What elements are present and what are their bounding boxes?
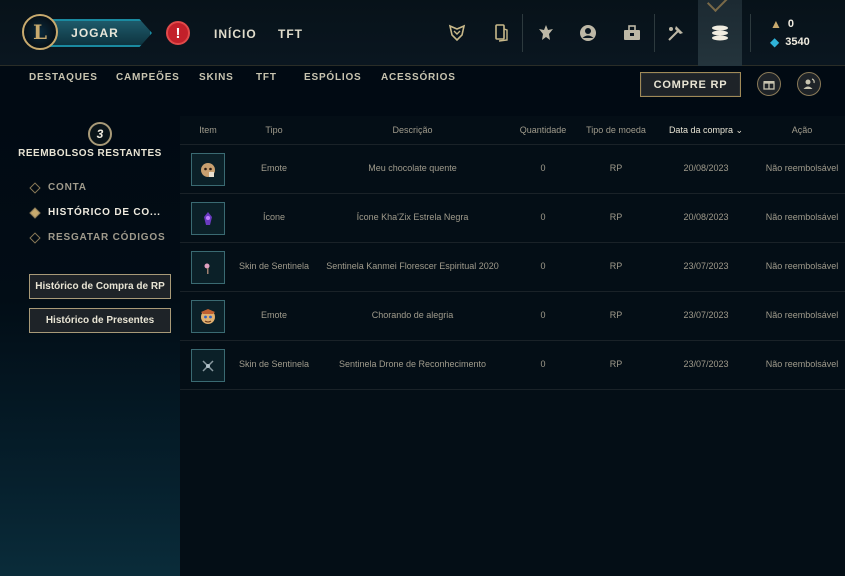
account-icon[interactable]	[797, 72, 821, 96]
sidebar-item-label: CONTA	[48, 182, 87, 193]
cell-date: 23/07/2023	[683, 310, 729, 320]
chevron-down-icon: ⌄	[735, 125, 744, 135]
cell-currency: RP	[609, 359, 623, 369]
blue-essence-amount: 0	[787, 18, 795, 30]
header-description: Descrição	[392, 125, 433, 135]
gift-icon[interactable]	[757, 72, 781, 96]
cell-quantity: 0	[540, 163, 546, 173]
rp-icon: ◆	[770, 35, 780, 49]
cell-date: 20/08/2023	[683, 212, 729, 222]
separator	[654, 14, 655, 52]
store-subnav: DESTAQUES CAMPEÕES SKINS TFT ESPÓLIOS AC…	[0, 66, 845, 116]
header-purchase-date-label: Data da compra	[668, 125, 733, 135]
blue-essence-icon: ▲	[770, 17, 782, 31]
champion-icon[interactable]	[530, 16, 562, 50]
cell-description: Sentinela Drone de Reconhecimento	[338, 359, 487, 369]
nav-tft[interactable]: TFT	[278, 27, 303, 41]
cell-action: Não reembolsável	[765, 163, 839, 173]
refunds-remaining-label: REEMBOLSOS RESTANTES	[18, 148, 162, 159]
header-type: Tipo	[265, 125, 283, 135]
clash-icon[interactable]	[485, 16, 517, 50]
loot-icon[interactable]	[660, 16, 692, 50]
table-row: Ícone Ícone Kha'Zix Estrela Negra 0 RP 2…	[180, 193, 845, 242]
separator	[750, 14, 751, 52]
blue-essence-balance[interactable]: ▲ 0	[770, 17, 794, 31]
emote-icon	[191, 300, 225, 333]
rp-balance[interactable]: ◆ 3540	[770, 35, 810, 49]
header-quantity: Quantidade	[519, 125, 567, 135]
purchase-history-table: Item Tipo Descrição Quantidade Tipo de m…	[180, 116, 845, 576]
cell-description: Sentinela Kanmei Florescer Espiritual 20…	[326, 261, 499, 271]
sidebar-item-label: HISTÓRICO DE CO...	[48, 207, 161, 218]
ward-skin-icon	[191, 349, 225, 382]
sidebar-item-purchase-history[interactable]: HISTÓRICO DE CO...	[29, 206, 161, 219]
cell-type: Emote	[260, 310, 287, 320]
play-button[interactable]: JOGAR	[48, 19, 152, 47]
header-purchase-date[interactable]: Data da compra ⌄	[660, 125, 752, 136]
cell-date: 23/07/2023	[683, 261, 729, 271]
cell-type: Skin de Sentinela	[238, 261, 310, 271]
collection-icon[interactable]	[616, 16, 648, 50]
cell-quantity: 0	[540, 310, 546, 320]
ward-skin-icon	[191, 251, 225, 284]
cell-currency: RP	[609, 163, 623, 173]
store-icon[interactable]	[704, 16, 736, 50]
emote-icon	[191, 153, 225, 186]
cell-action: Não reembolsável	[765, 261, 839, 271]
subnav-featured[interactable]: DESTAQUES	[29, 72, 98, 83]
refunds-remaining-count: 3	[88, 122, 112, 146]
sidebar-item-label: RESGATAR CÓDIGOS	[48, 232, 166, 243]
header-action: Ação	[791, 125, 813, 135]
cell-quantity: 0	[540, 359, 546, 369]
cell-quantity: 0	[540, 212, 546, 222]
cell-type: Emote	[260, 163, 287, 173]
cell-type: Ícone	[262, 212, 286, 222]
cell-currency: RP	[609, 261, 623, 271]
alert-icon[interactable]: !	[166, 21, 190, 45]
subnav-accessories[interactable]: ACESSÓRIOS	[381, 72, 456, 83]
buy-rp-button[interactable]: COMPRE RP	[640, 72, 741, 97]
table-row: Skin de Sentinela Sentinela Kanmei Flore…	[180, 242, 845, 291]
cell-description: Chorando de alegria	[371, 310, 454, 320]
header-currency: Tipo de moeda	[586, 125, 646, 135]
sidebar-item-account[interactable]: CONTA	[29, 181, 87, 194]
trophy-icon[interactable]	[441, 16, 473, 50]
table-row: Emote Chorando de alegria 0 RP 23/07/202…	[180, 291, 845, 340]
subnav-skins[interactable]: SKINS	[199, 72, 234, 83]
table-bottom-divider	[180, 389, 845, 390]
table-row: Emote Meu chocolate quente 0 RP 20/08/20…	[180, 144, 845, 193]
top-bar: L JOGAR ! INÍCIO TFT ▲ 0 ◆ 3540	[0, 0, 845, 66]
diamond-bullet-icon	[29, 181, 41, 194]
cell-currency: RP	[609, 212, 623, 222]
rp-purchase-history-button[interactable]: Histórico de Compra de RP	[29, 274, 171, 299]
subnav-champions[interactable]: CAMPEÕES	[116, 72, 180, 83]
cell-description: Meu chocolate quente	[368, 163, 457, 173]
profile-icon[interactable]	[572, 16, 604, 50]
cell-type: Skin de Sentinela	[238, 359, 310, 369]
cell-description: Ícone Kha'Zix Estrela Negra	[356, 212, 469, 222]
cell-action: Não reembolsável	[765, 359, 839, 369]
diamond-bullet-icon	[29, 206, 41, 219]
gift-history-button[interactable]: Histórico de Presentes	[29, 308, 171, 333]
rp-amount: 3540	[785, 36, 810, 48]
header-item: Item	[199, 125, 217, 135]
account-sidebar: 3 REEMBOLSOS RESTANTES CONTA HISTÓRICO D…	[0, 116, 180, 576]
league-logo-icon[interactable]: L	[22, 14, 58, 50]
subnav-tft[interactable]: TFT	[256, 72, 277, 83]
diamond-bullet-icon	[29, 231, 41, 244]
cell-quantity: 0	[540, 261, 546, 271]
cell-date: 20/08/2023	[683, 163, 729, 173]
summoner-icon	[191, 202, 225, 235]
cell-action: Não reembolsável	[765, 310, 839, 320]
cell-currency: RP	[609, 310, 623, 320]
table-header: Item Tipo Descrição Quantidade Tipo de m…	[180, 116, 845, 144]
cell-date: 23/07/2023	[683, 359, 729, 369]
table-row: Skin de Sentinela Sentinela Drone de Rec…	[180, 340, 845, 389]
nav-home[interactable]: INÍCIO	[214, 27, 257, 41]
separator	[522, 14, 523, 52]
sidebar-item-redeem-codes[interactable]: RESGATAR CÓDIGOS	[29, 231, 166, 244]
subnav-loot[interactable]: ESPÓLIOS	[304, 72, 362, 83]
cell-action: Não reembolsável	[765, 212, 839, 222]
